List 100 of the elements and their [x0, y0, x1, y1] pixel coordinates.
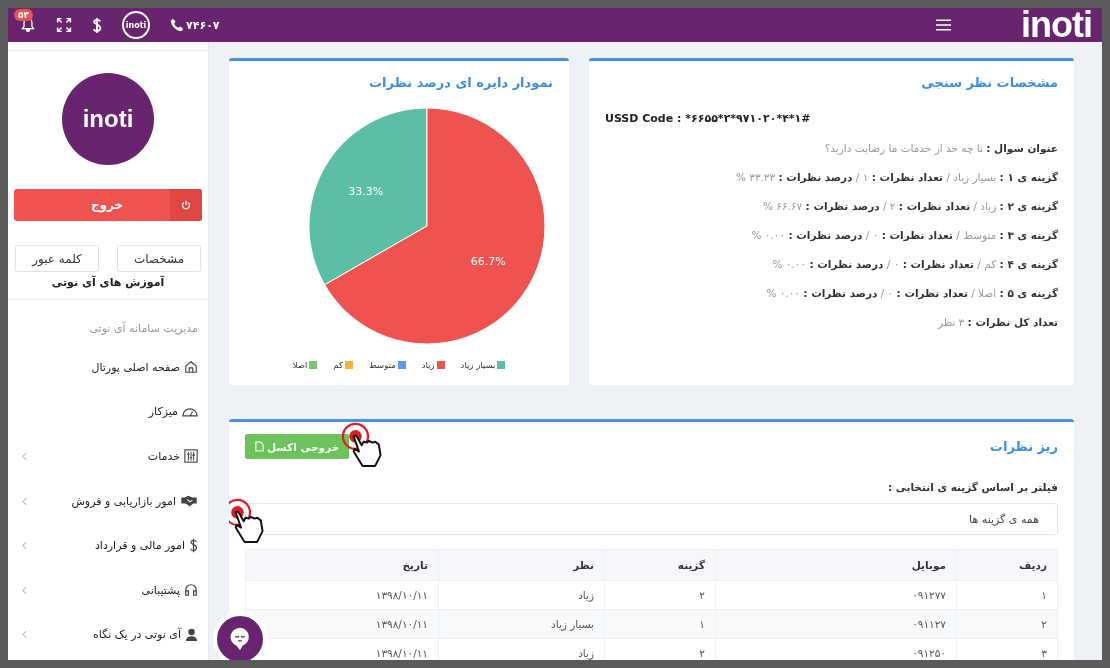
legend-label[interactable]: کم: [333, 360, 344, 370]
nav-item[interactable]: خدمات: [8, 434, 208, 479]
field-label: تعداد نظرات :: [902, 258, 974, 270]
separator-text: /: [973, 200, 977, 212]
field-label: گزینه ی ۲ :: [999, 200, 1058, 212]
chevron-icon: [22, 630, 27, 640]
field-value: ۰: [887, 287, 894, 299]
profile-button[interactable]: مشخصات: [117, 245, 201, 272]
card-title: نمودار دایره ای درصد نظرات: [368, 75, 553, 90]
field-value: ۰: [893, 258, 900, 270]
separator-text: /: [882, 200, 887, 212]
chevron-icon: [22, 541, 27, 551]
dollar-icon[interactable]: [92, 16, 102, 34]
data-label: 33.3%: [348, 184, 384, 198]
table-cell: ۲: [604, 580, 716, 610]
field-value: ۱: [862, 171, 869, 183]
table-cell: بسیار زیاد: [438, 609, 605, 639]
chevron-icon: [22, 496, 27, 506]
legend-label[interactable]: زیاد: [421, 360, 435, 370]
logo-badge[interactable]: inoti: [122, 11, 150, 39]
field-label: تعداد نظرات :: [881, 229, 953, 241]
filter-select[interactable]: همه ی گزینه ها: [245, 503, 1058, 535]
ussd-code: USSD Code : *۶۶۵۵*۲*۹۷۱۰۲۰*۴*۱#: [605, 112, 812, 125]
field-value: ۶۶.۶۷ %: [763, 200, 803, 212]
power-icon: [181, 200, 191, 210]
phone-icon: [170, 18, 184, 32]
fullscreen-icon[interactable]: [56, 17, 72, 33]
table-cell: ۰۹۱۱۲۷: [715, 609, 957, 639]
user-icon: [185, 628, 198, 642]
nav-item[interactable]: آی نوتی در یک نگاه: [8, 612, 208, 658]
field-value: زیاد: [980, 200, 997, 212]
field-label: گزینه ی ۵ :: [999, 287, 1058, 299]
legend-label[interactable]: متوسط: [369, 360, 396, 370]
field-value: بسیار زیاد: [953, 171, 997, 183]
brand-logo[interactable]: inoti: [1021, 8, 1092, 42]
nav-item[interactable]: امور مالی و قرارداد: [8, 523, 208, 568]
handshake-icon: [180, 495, 198, 508]
column-header[interactable]: گزینه: [604, 549, 716, 581]
separator-text: /: [977, 258, 981, 270]
file-icon: [255, 441, 264, 452]
column-header[interactable]: موبایل: [715, 549, 957, 581]
field-label: تعداد کل نظرات :: [967, 316, 1058, 328]
field-value: تا چه حد از خدمات ما رضایت دارید؟: [824, 142, 983, 154]
field-label: درصد نظرات :: [778, 171, 853, 183]
bell-icon[interactable]: [20, 17, 36, 33]
field-label: تعداد نظرات :: [898, 200, 971, 212]
field-value: کم: [984, 258, 997, 270]
separator-text: /: [886, 258, 891, 270]
field-label: گزینه ی ۳ :: [999, 229, 1058, 241]
table-cell: ۱: [956, 580, 1058, 610]
field-label: تعداد نظرات :: [896, 287, 968, 299]
column-header[interactable]: ردیف: [956, 549, 1058, 581]
nav-item[interactable]: امور بازاریابی و فروش: [8, 478, 208, 524]
field-value: ۰.۰۰ %: [772, 258, 807, 270]
section-title: مدیریت سامانه آی نوتی: [88, 320, 199, 337]
home-icon: [184, 360, 198, 375]
field-label: درصد نظرات :: [803, 287, 878, 299]
legend-label[interactable]: اصلا: [292, 360, 308, 370]
separator-text: /: [855, 171, 860, 183]
field-label: گزینه ی ۴ :: [999, 258, 1058, 270]
table-cell: ۱۳۹۸/۱۰/۱۱: [245, 580, 439, 610]
field-value: ۳ نظر: [937, 316, 965, 328]
menu-icon[interactable]: [936, 19, 951, 31]
gauge-icon: [182, 406, 198, 418]
field-value: اصلا: [978, 287, 997, 299]
column-header[interactable]: تاریخ: [245, 549, 439, 581]
nav-item[interactable]: صفحه اصلی پورتال: [8, 345, 208, 390]
nav-item[interactable]: پشتیبانی: [8, 567, 208, 613]
field-label: درصد نظرات :: [788, 229, 863, 241]
field-value: ۰.۰۰ %: [751, 229, 786, 241]
separator-text: /: [956, 229, 960, 241]
sliders-icon: [184, 449, 198, 464]
brand-logo: inoti: [62, 73, 154, 165]
headset-icon: [184, 583, 198, 598]
table-cell: ۱: [604, 609, 716, 639]
password-button[interactable]: کلمه عبور: [15, 245, 99, 272]
field-value: ۰: [872, 229, 879, 241]
field-label: عنوان سوال :: [986, 142, 1058, 154]
nav-item[interactable]: میزکار: [8, 389, 208, 435]
dollar-icon: [189, 538, 198, 554]
phone-number[interactable]: ۷۴۶۰۷: [186, 18, 220, 32]
field-label: گزینه ی ۱ :: [999, 171, 1058, 183]
field-value: ۳۳.۳۳ %: [735, 171, 776, 183]
data-label: 66.7%: [470, 255, 506, 269]
table-cell: زیاد: [438, 580, 605, 610]
card-title: مشخصات نظر سنجی: [920, 75, 1058, 90]
field-value: ۰.۰۰ %: [766, 287, 800, 299]
field-value: ۲: [889, 200, 896, 212]
column-header[interactable]: نظر: [438, 549, 605, 581]
separator-text: /: [971, 287, 975, 299]
field-label: درصد نظرات :: [805, 200, 880, 212]
chevron-icon: [22, 452, 27, 461]
separator-text: /: [880, 287, 885, 299]
table-cell: ۰۹۱۲۷۷: [715, 580, 957, 610]
tutorials-link[interactable]: آموزش های آی نوتی: [51, 276, 165, 289]
table-cell: ۲: [956, 609, 1058, 639]
field-label: درصد نظرات :: [809, 258, 884, 270]
table-cell: ۳: [956, 638, 1058, 660]
legend-label[interactable]: بسیار زیاد: [460, 360, 496, 370]
field-label: تعداد نظرات :: [871, 171, 944, 183]
